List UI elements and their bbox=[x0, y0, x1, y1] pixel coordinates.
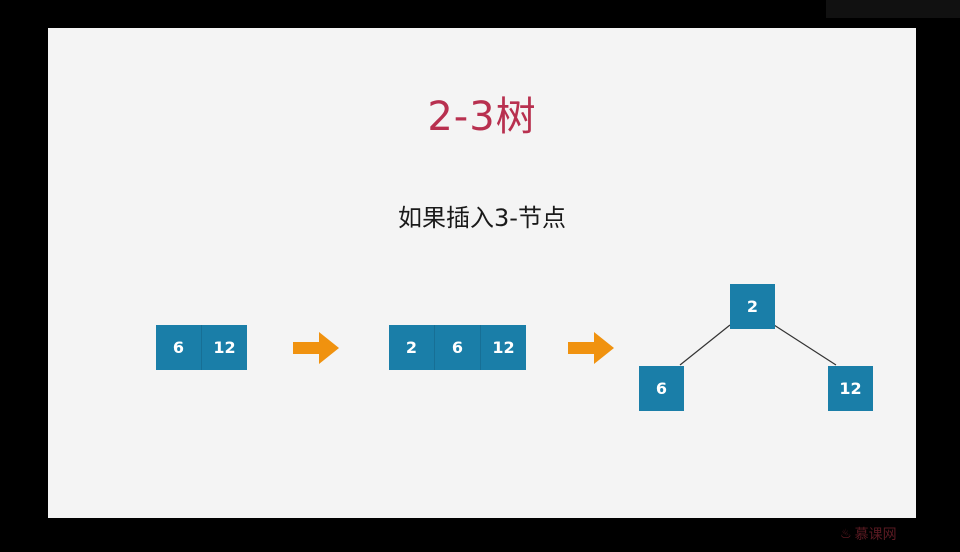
tree-root-node: 2 bbox=[730, 284, 775, 329]
tree-right-node: 12 bbox=[828, 366, 873, 411]
top-overlay-strip bbox=[826, 0, 960, 18]
tree-edges bbox=[679, 324, 837, 366]
edge-root-right bbox=[773, 324, 837, 366]
slide: 2-3树 如果插入3-节点 6 12 2 6 12 2 6 12 bbox=[48, 28, 916, 518]
edge-root-left bbox=[679, 324, 731, 366]
watermark: ♨ 慕课网 bbox=[840, 524, 897, 544]
flame-icon: ♨ bbox=[840, 526, 852, 542]
tree-left-node: 6 bbox=[639, 366, 684, 411]
watermark-text: 慕课网 bbox=[854, 527, 897, 543]
